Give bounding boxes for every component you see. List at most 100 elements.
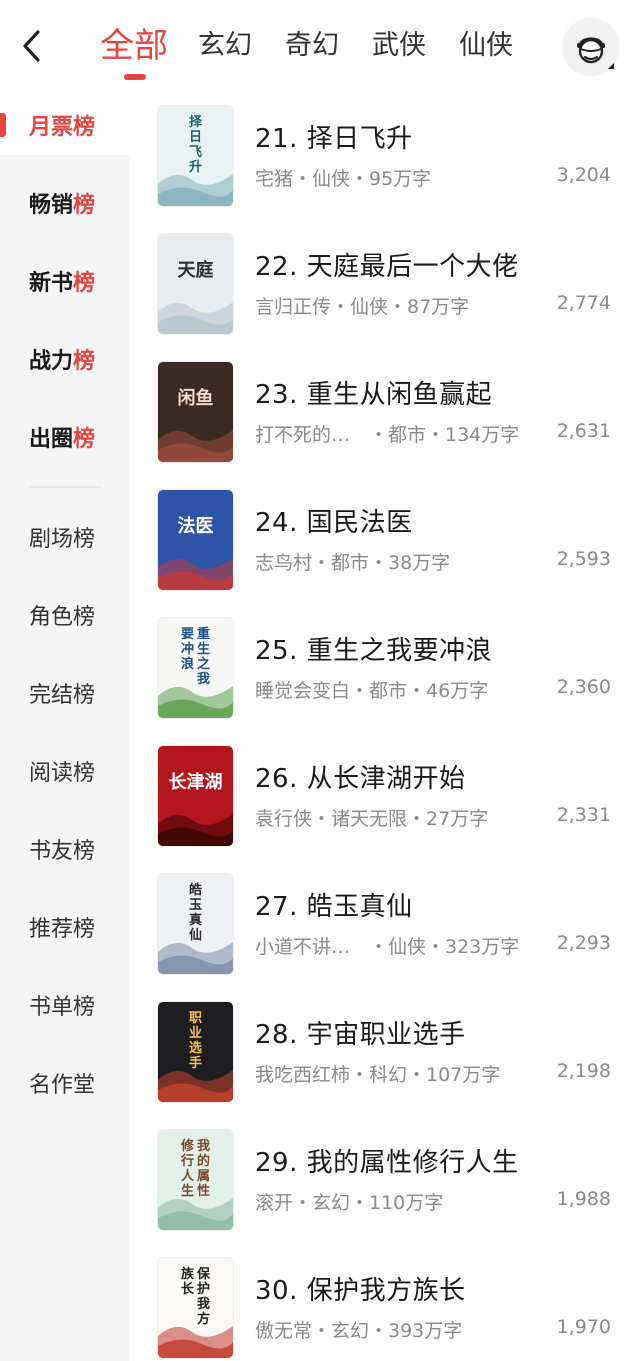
sidebar-item-recommend[interactable]: 推荐榜 [0,897,130,957]
sidebar-item-character[interactable]: 角色榜 [0,585,130,645]
sidebar-item-power[interactable]: 战力榜 [0,329,130,389]
ticket-count: 2,331 [556,804,611,826]
tab-wuxia[interactable]: 武侠 [372,20,426,72]
tab-xuanhuan[interactable]: 玄幻 [198,20,252,72]
sidebar-item-label: 完结榜 [29,683,96,708]
book-cover[interactable]: 长津湖 [158,746,233,846]
list-item[interactable]: 法医 24. 国民法医 志鸟村・都市・38万字 2,593 [158,490,628,590]
list-item[interactable]: 保护我方 族长 30. 保护我方族长 傲无常・玄幻・393万字 1,970 [158,1258,628,1358]
cover-art: 皓玉真仙 [158,874,233,974]
svg-text:之: 之 [197,656,210,672]
book-cover[interactable]: 保护我方 族长 [158,1258,233,1358]
sidebar-item-readers[interactable]: 书友榜 [0,819,130,879]
svg-text:闲鱼: 闲鱼 [178,387,214,409]
sidebar-item-completed[interactable]: 完结榜 [0,663,130,723]
ticket-count: 2,774 [556,292,611,314]
book-cover[interactable]: 法医 [158,490,233,590]
book-title: 25. 重生之我要冲浪 [255,636,493,666]
book-meta: 我吃西红柿・科幻・107万字 [255,1064,501,1086]
sidebar-item-label: 阅读榜 [29,761,96,786]
book-cover[interactable]: 择日飞升 [158,106,233,206]
sidebar-item-label: 剧场榜 [29,527,96,552]
cover-art: 法医 [158,490,233,590]
svg-text:升: 升 [189,159,202,175]
book-cover[interactable]: 职业选手 [158,1002,233,1102]
list-item[interactable]: 闲鱼 23. 重生从闲鱼赢起 打不死的… ・都市・134万字 2,631 [158,362,628,462]
cover-art: 长津湖 [158,746,233,846]
ticket-count: 2,293 [556,932,611,954]
svg-text:玉: 玉 [189,898,202,913]
book-meta: 袁行侠・诸天无限・27万字 [255,808,489,830]
back-button[interactable] [14,26,48,66]
sidebar-item-hall-of-fame[interactable]: 名作堂 [0,1053,130,1113]
sidebar-item-monthly-ticket[interactable]: 月票榜 [0,95,130,155]
svg-text:修: 修 [180,1138,195,1154]
sidebar-item-label: 出圈榜 [29,427,96,452]
list-item[interactable]: 择日飞升 21. 择日飞升 宅猪・仙侠・95万字 3,204 [158,106,628,206]
book-title: 24. 国民法医 [255,508,413,538]
book-title: 26. 从长津湖开始 [255,764,466,794]
sidebar-item-label: 书友榜 [29,839,96,864]
svg-text:人: 人 [181,1168,195,1184]
svg-text:要: 要 [181,627,194,642]
book-meta: 滚开・玄幻・110万字 [255,1192,444,1214]
svg-text:飞: 飞 [189,145,202,160]
profile-button[interactable] [562,18,620,76]
book-cover[interactable]: 天庭 [158,234,233,334]
svg-text:真: 真 [189,912,202,928]
svg-text:浪: 浪 [181,656,194,672]
book-meta: 傲无常・玄幻・393万字 [255,1320,463,1342]
sidebar-item-label: 角色榜 [29,605,96,630]
cover-art: 天庭 [158,234,233,334]
sidebar-item-breakout[interactable]: 出圈榜 [0,407,130,467]
svg-text:天庭: 天庭 [178,259,214,281]
svg-text:重: 重 [197,626,210,642]
book-title: 27. 皓玉真仙 [255,892,413,922]
sidebar-item-theater[interactable]: 剧场榜 [0,507,130,567]
sidebar-item-booklist[interactable]: 书单榜 [0,975,130,1035]
book-meta: 打不死的… ・都市・134万字 [255,424,520,446]
svg-text:方: 方 [197,1311,210,1327]
svg-text:仙: 仙 [189,927,202,943]
book-title: 22. 天庭最后一个大佬 [255,252,519,282]
sidebar-item-bestseller[interactable]: 畅销榜 [0,173,130,233]
list-item[interactable]: 我的属性 修行人生 29. 我的属性修行人生 滚开・玄幻・110万字 1,988 [158,1130,628,1230]
tab-xianxia[interactable]: 仙侠 [459,20,513,72]
list-item[interactable]: 长津湖 26. 从长津湖开始 袁行侠・诸天无限・27万字 2,331 [158,746,628,846]
svg-text:业: 业 [189,1025,202,1041]
svg-text:保: 保 [196,1266,211,1282]
svg-text:护: 护 [197,1281,210,1297]
list-item[interactable]: 重生之我 要冲浪 25. 重生之我要冲浪 睡觉会变白・都市・46万字 2,360 [158,618,628,718]
svg-text:的: 的 [197,1153,210,1169]
sidebar-divider [29,486,101,488]
svg-text:择: 择 [189,114,203,130]
list-item[interactable]: 天庭 22. 天庭最后一个大佬 言归正传・仙侠・87万字 2,774 [158,234,628,334]
tab-all[interactable]: 全部 [100,20,168,80]
sidebar-item-new-books[interactable]: 新书榜 [0,251,130,311]
reader-avatar-icon [577,37,605,64]
sidebar-item-label: 新书榜 [29,271,96,296]
svg-text:手: 手 [189,1055,202,1071]
svg-text:长: 长 [181,1281,195,1297]
sidebar-item-reading[interactable]: 阅读榜 [0,741,130,801]
svg-text:选: 选 [189,1040,202,1056]
book-title: 21. 择日飞升 [255,124,413,154]
book-meta: 小道不讲… ・仙侠・323万字 [255,936,520,958]
tab-qihuan[interactable]: 奇幻 [285,20,339,72]
svg-text:行: 行 [180,1153,194,1169]
cover-art: 保护我方 族长 [158,1258,233,1358]
book-cover[interactable]: 皓玉真仙 [158,874,233,974]
book-cover[interactable]: 重生之我 要冲浪 [158,618,233,718]
active-marker [0,113,6,137]
list-item[interactable]: 职业选手 28. 宇宙职业选手 我吃西红柿・科幻・107万字 2,198 [158,1002,628,1102]
list-item[interactable]: 皓玉真仙 27. 皓玉真仙 小道不讲… ・仙侠・323万字 2,293 [158,874,628,974]
chevron-left-icon [23,30,40,62]
sidebar-item-label: 名作堂 [29,1073,96,1098]
book-cover[interactable]: 我的属性 修行人生 [158,1130,233,1230]
ticket-count: 3,204 [556,164,611,186]
book-cover[interactable]: 闲鱼 [158,362,233,462]
ranking-sidebar: 月票榜 畅销榜 新书榜 战力榜 出圈榜 剧场榜 角色榜 完结榜 阅读榜 书友榜 … [0,95,130,1361]
ticket-count: 1,970 [556,1316,611,1338]
cover-art: 职业选手 [158,1002,233,1102]
cover-art: 重生之我 要冲浪 [158,618,233,718]
